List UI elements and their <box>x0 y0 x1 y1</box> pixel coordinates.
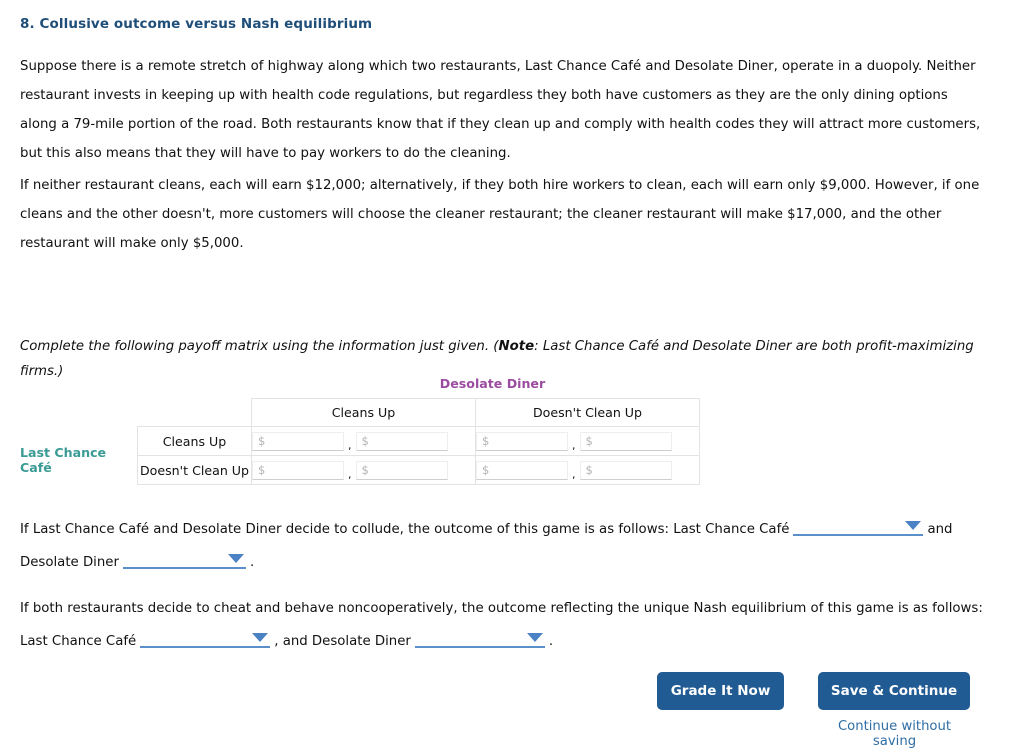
matrix-corner-cell <box>138 399 252 427</box>
page-title: 8. Collusive outcome versus Nash equilib… <box>20 16 373 32</box>
chevron-down-icon <box>905 521 922 530</box>
payoff-input-r1c1-left[interactable] <box>476 460 568 480</box>
grade-it-now-button[interactable]: Grade It Now <box>657 672 784 710</box>
collude-text-part-3: . <box>249 555 255 570</box>
payoff-input-r0c0-left[interactable] <box>252 431 344 451</box>
chevron-down-icon <box>526 633 543 642</box>
payoff-input-r0c1-right[interactable] <box>579 431 672 451</box>
payoff-separator: , <box>572 467 576 481</box>
payoff-separator: , <box>348 467 352 481</box>
payoff-input-r0c1-left[interactable] <box>476 431 568 451</box>
table-row: Cleans Up , , <box>137 426 700 456</box>
save-and-continue-button[interactable]: Save & Continue <box>818 672 970 710</box>
nash-text-part-3: . <box>548 634 554 649</box>
instruction-note-label: Note <box>498 339 535 354</box>
question-page: 8. Collusive outcome versus Nash equilib… <box>0 0 1024 749</box>
payoff-table: Cleans Up Doesn't Clean Up Cleans Up , , <box>137 398 700 485</box>
scenario-paragraph-1: Suppose there is a remote stretch of hig… <box>20 59 981 161</box>
table-header-row: Cleans Up Doesn't Clean Up <box>138 398 700 427</box>
collude-text-part-1: If Last Chance Café and Desolate Diner d… <box>20 522 790 537</box>
nash-text-part-2: , and Desolate Diner <box>274 634 411 649</box>
collude-sentence: If Last Chance Café and Desolate Diner d… <box>20 513 995 579</box>
nash-dropdown-last-chance-cafe[interactable] <box>140 629 271 648</box>
payoff-separator: , <box>572 438 576 452</box>
matrix-column-player-label: Desolate Diner <box>439 376 546 391</box>
nash-dropdown-desolate-diner[interactable] <box>414 629 545 648</box>
payoff-input-r1c0-left[interactable] <box>252 460 344 480</box>
collude-dropdown-last-chance-cafe[interactable] <box>793 517 924 536</box>
payoff-input-r1c0-right[interactable] <box>355 460 448 480</box>
row-header-doesnt-clean-up: Doesn't Clean Up <box>137 455 252 485</box>
payoff-cell-doesnt-cleans: , <box>251 455 476 485</box>
row-header-cleans-up: Cleans Up <box>137 426 252 456</box>
collude-dropdown-desolate-diner[interactable] <box>122 550 246 569</box>
chevron-down-icon <box>252 633 269 642</box>
table-row: Doesn't Clean Up , , <box>137 455 700 485</box>
payoff-input-r1c1-right[interactable] <box>579 460 672 480</box>
column-header-doesnt-clean-up: Doesn't Clean Up <box>475 398 700 427</box>
chevron-down-icon <box>227 554 244 563</box>
payoff-matrix: Desolate Diner Last Chance Café Cleans U… <box>20 374 720 485</box>
payoff-separator: , <box>348 438 352 452</box>
matrix-row-player-label: Last Chance Café <box>20 445 107 475</box>
scenario-paragraph-2: If neither restaurant cleans, each will … <box>20 178 980 251</box>
payoff-cell-cleans-doesnt: , <box>475 426 700 456</box>
column-header-cleans-up: Cleans Up <box>251 398 476 427</box>
continue-without-saving-link[interactable]: Continue without saving <box>817 719 972 749</box>
payoff-cell-cleans-cleans: , <box>251 426 476 456</box>
payoff-input-r0c0-right[interactable] <box>355 431 448 451</box>
instruction-lead: Complete the following payoff matrix usi… <box>20 339 499 354</box>
nash-sentence: If both restaurants decide to cheat and … <box>20 592 995 658</box>
payoff-cell-doesnt-doesnt: , <box>475 455 700 485</box>
